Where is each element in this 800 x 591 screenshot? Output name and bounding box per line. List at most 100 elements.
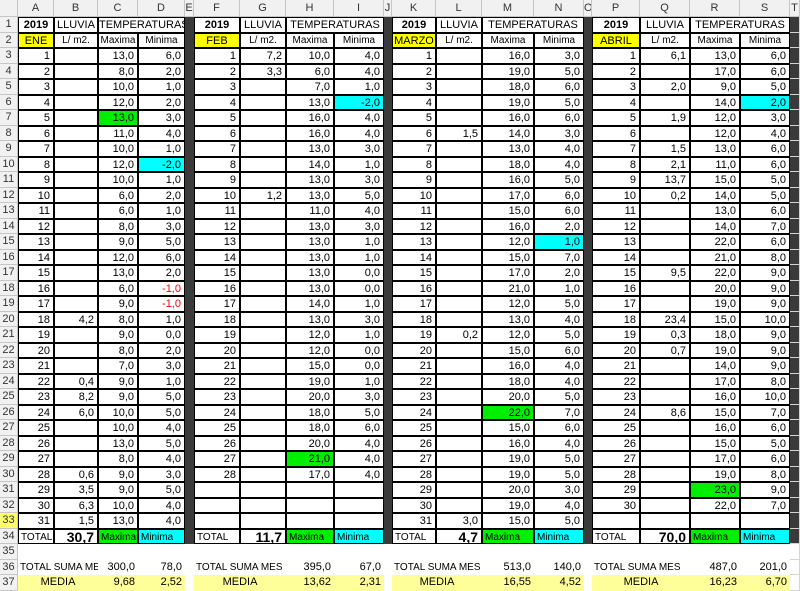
rain-cell[interactable] (54, 358, 98, 374)
total-min-label[interactable]: Minima (740, 528, 790, 544)
rain-cell[interactable] (640, 125, 690, 141)
max-temp-cell[interactable]: 15,0 (482, 513, 534, 529)
max-temp-cell[interactable]: 13,0 (690, 141, 740, 157)
rain-cell[interactable] (54, 280, 98, 296)
max-temp-cell[interactable]: 13,0 (286, 218, 334, 234)
row-number[interactable]: 36 (0, 559, 18, 575)
day-cell[interactable]: 29 (392, 482, 436, 498)
max-temp-cell[interactable]: 9,0 (98, 234, 138, 250)
day-cell[interactable]: 20 (18, 342, 54, 358)
min-temp-cell[interactable]: 1,0 (334, 373, 384, 389)
day-cell[interactable]: 12 (592, 218, 640, 234)
max-temp-cell[interactable]: 20,0 (286, 435, 334, 451)
sum-min[interactable]: 78,0 (138, 560, 185, 576)
rain-cell[interactable] (54, 234, 98, 250)
max-temp-cell[interactable]: 9,0 (98, 327, 138, 343)
rain-cell[interactable] (54, 63, 98, 79)
empty-cell[interactable] (334, 497, 384, 513)
day-cell[interactable]: 23 (194, 389, 240, 405)
sum-max[interactable]: 487,0 (690, 560, 740, 576)
max-temp-cell[interactable]: 21,0 (286, 451, 334, 467)
day-cell[interactable]: 5 (194, 110, 240, 126)
max-temp-cell[interactable]: 13,0 (98, 513, 138, 529)
min-temp-cell[interactable]: 6,0 (740, 141, 790, 157)
min-temp-cell[interactable]: 5,0 (138, 389, 185, 405)
max-temp-cell[interactable]: 12,0 (98, 94, 138, 110)
row-number[interactable]: 2 (0, 32, 18, 48)
rain-header[interactable]: LLUVIA (54, 17, 98, 33)
min-temp-cell[interactable]: 5,0 (534, 327, 584, 343)
min-temp-cell[interactable]: 4,0 (534, 435, 584, 451)
day-cell[interactable]: 19 (194, 327, 240, 343)
day-cell[interactable]: 5 (392, 110, 436, 126)
min-temp-cell[interactable]: 0,0 (334, 342, 384, 358)
sum-min[interactable]: 140,0 (534, 560, 584, 576)
max-temp-cell[interactable]: 12,0 (98, 249, 138, 265)
sum-min[interactable]: 67,0 (334, 560, 384, 576)
max-temp-cell[interactable]: 14,0 (690, 218, 740, 234)
max-temp-cell[interactable]: 12,0 (482, 296, 534, 312)
empty-cell[interactable] (790, 513, 800, 529)
max-temp-cell[interactable]: 10,0 (98, 141, 138, 157)
day-cell[interactable]: 11 (592, 203, 640, 219)
day-cell[interactable]: 1 (194, 48, 240, 64)
min-temp-cell[interactable]: 5,0 (534, 389, 584, 405)
max-temp-cell[interactable]: 20,0 (690, 280, 740, 296)
max-temp-cell[interactable]: 13,0 (286, 141, 334, 157)
day-cell[interactable]: 16 (392, 280, 436, 296)
rain-cell[interactable] (54, 110, 98, 126)
empty-cell[interactable] (790, 342, 800, 358)
min-temp-cell[interactable]: 6,0 (534, 420, 584, 436)
row-number[interactable]: 21 (0, 327, 18, 343)
column-header-l[interactable]: L (436, 0, 482, 17)
rain-cell[interactable]: 3,5 (54, 482, 98, 498)
row-number[interactable]: 37 (0, 575, 18, 591)
empty-cell[interactable] (790, 497, 800, 513)
rain-cell[interactable]: 4,2 (54, 311, 98, 327)
empty-cell[interactable] (790, 482, 800, 498)
empty-cell[interactable] (790, 156, 800, 172)
day-cell[interactable]: 16 (592, 280, 640, 296)
max-temp-cell[interactable]: 15,0 (286, 358, 334, 374)
day-cell[interactable]: 2 (392, 63, 436, 79)
day-cell[interactable]: 6 (18, 125, 54, 141)
rain-cell[interactable] (240, 373, 286, 389)
max-temp-cell[interactable]: 22,0 (690, 497, 740, 513)
sum-min[interactable]: 201,0 (740, 560, 790, 576)
rain-cell[interactable] (640, 497, 690, 513)
empty-cell[interactable] (790, 420, 800, 436)
day-cell[interactable]: 19 (18, 327, 54, 343)
empty-cell[interactable] (790, 63, 800, 79)
empty-cell[interactable] (790, 32, 800, 48)
min-temp-cell[interactable]: 4,0 (534, 358, 584, 374)
rain-cell[interactable] (640, 63, 690, 79)
empty-cell[interactable] (640, 513, 690, 529)
min-temp-cell[interactable]: 0,0 (138, 327, 185, 343)
rain-cell[interactable] (436, 172, 482, 188)
day-cell[interactable]: 25 (392, 420, 436, 436)
day-cell[interactable]: 8 (18, 156, 54, 172)
total-label[interactable]: TOTAL (592, 528, 640, 544)
empty-cell[interactable] (790, 265, 800, 281)
rain-cell[interactable] (640, 296, 690, 312)
max-temp-cell[interactable]: 9,0 (98, 482, 138, 498)
rain-cell[interactable] (436, 265, 482, 281)
day-cell[interactable]: 29 (592, 482, 640, 498)
total-month-label[interactable]: TOTAL SUMA MES (194, 560, 286, 576)
day-cell[interactable]: 19 (392, 327, 436, 343)
day-cell[interactable]: 27 (194, 451, 240, 467)
row-number[interactable]: 26 (0, 404, 18, 420)
min-temp-cell[interactable]: 7,0 (534, 404, 584, 420)
day-cell[interactable]: 23 (392, 389, 436, 405)
day-cell[interactable]: 26 (194, 435, 240, 451)
day-cell[interactable]: 17 (18, 296, 54, 312)
empty-cell[interactable] (790, 79, 800, 95)
row-number[interactable]: 34 (0, 528, 18, 544)
rain-cell[interactable]: 2,0 (640, 79, 690, 95)
min-temp-cell[interactable]: 4,0 (334, 435, 384, 451)
rain-cell[interactable] (436, 280, 482, 296)
max-temp-cell[interactable]: 12,0 (98, 156, 138, 172)
rain-cell[interactable]: 23,4 (640, 311, 690, 327)
min-temp-cell[interactable]: 5,0 (138, 482, 185, 498)
sum-max[interactable]: 513,0 (482, 560, 534, 576)
